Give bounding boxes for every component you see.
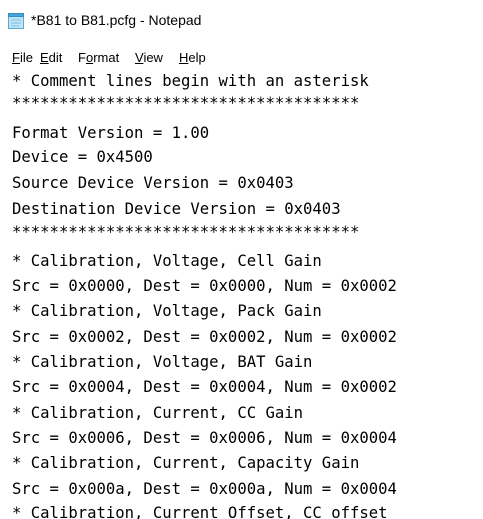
editor-line: Src = 0x0002, Dest = 0x0002, Num = 0x000…	[12, 328, 397, 346]
menu-format[interactable]: Format	[78, 50, 119, 65]
menu-format-rest: rmat	[93, 50, 120, 65]
editor-line: Source Device Version = 0x0403	[12, 174, 294, 192]
editor-line: Src = 0x000a, Dest = 0x000a, Num = 0x000…	[12, 480, 397, 498]
editor-line: Src = 0x0006, Dest = 0x0006, Num = 0x000…	[12, 429, 397, 447]
menu-edit-accel: E	[40, 50, 49, 65]
window-title: *B81 to B81.pcfg - Notepad	[31, 12, 202, 28]
editor-line: Format Version = 1.00	[12, 124, 210, 142]
editor-line: * Comment lines begin with an asterisk	[12, 72, 369, 90]
menu-help[interactable]: Help	[179, 50, 206, 65]
text-editor[interactable]: * Comment lines begin with an asterisk *…	[0, 69, 483, 519]
editor-line: *************************************	[12, 223, 360, 241]
menu-file[interactable]: File	[12, 50, 33, 65]
editor-line: Src = 0x0000, Dest = 0x0000, Num = 0x000…	[12, 277, 397, 295]
title-bar[interactable]: *B81 to B81.pcfg - Notepad	[0, 0, 483, 44]
notepad-window: *B81 to B81.pcfg - Notepad File Edit For…	[0, 0, 483, 519]
editor-line: * Calibration, Current Offset, CC offset	[12, 504, 388, 519]
menu-bar: File Edit Format View Help	[0, 47, 483, 69]
editor-line: * Calibration, Voltage, Cell Gain	[12, 252, 322, 270]
editor-line: *************************************	[12, 94, 360, 112]
menu-edit[interactable]: Edit	[40, 50, 62, 65]
editor-line: * Calibration, Current, CC Gain	[12, 404, 304, 422]
editor-line: Src = 0x0004, Dest = 0x0004, Num = 0x000…	[12, 378, 397, 396]
menu-view-rest: iew	[143, 50, 163, 65]
editor-line: * Calibration, Voltage, BAT Gain	[12, 353, 313, 371]
menu-file-accel: F	[12, 50, 20, 65]
menu-help-accel: H	[179, 50, 189, 65]
menu-format-pre: F	[78, 50, 86, 65]
notepad-icon	[8, 13, 24, 29]
menu-view[interactable]: View	[135, 50, 163, 65]
editor-line: Destination Device Version = 0x0403	[12, 200, 341, 218]
editor-line: * Calibration, Voltage, Pack Gain	[12, 302, 322, 320]
menu-edit-rest: dit	[48, 50, 63, 65]
menu-help-rest: elp	[188, 50, 206, 65]
editor-line: * Calibration, Current, Capacity Gain	[12, 454, 360, 472]
menu-file-rest: ile	[19, 50, 33, 65]
editor-line: Device = 0x4500	[12, 148, 153, 166]
